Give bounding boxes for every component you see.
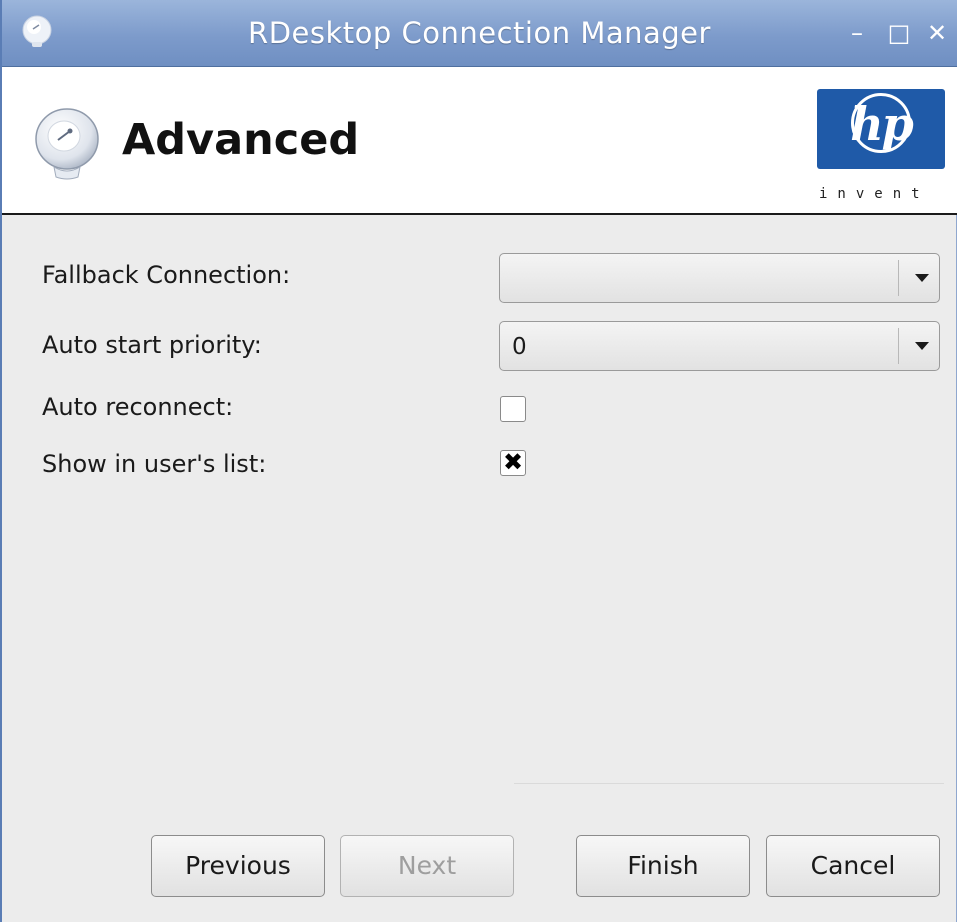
show-in-users-list-checkbox[interactable]: ✖: [500, 448, 526, 476]
auto-start-priority-value: 0: [512, 334, 527, 360]
maximize-button[interactable]: □: [886, 20, 912, 46]
wizard-header: Advanced hp invent: [2, 67, 957, 215]
auto-start-priority-dropdown[interactable]: 0: [499, 321, 940, 371]
hp-logo-mark: hp: [850, 97, 914, 151]
auto-start-priority-label: Auto start priority:: [42, 331, 262, 359]
hp-invent-logo: hp invent: [814, 86, 949, 206]
next-button[interactable]: Next: [340, 835, 514, 897]
dropdown-separator: [898, 260, 899, 296]
fallback-connection-dropdown[interactable]: [499, 253, 940, 303]
dropdown-separator: [898, 328, 899, 364]
checkmark-x-icon: ✖: [502, 448, 524, 476]
title-bar[interactable]: RDesktop Connection Manager – □ ✕: [2, 0, 957, 67]
page-title: Advanced: [122, 115, 360, 165]
button-area-separator: [514, 783, 944, 784]
dish-icon: [35, 108, 99, 180]
hp-logo-box: hp: [817, 89, 945, 169]
auto-reconnect-label: Auto reconnect:: [42, 393, 234, 421]
close-button[interactable]: ✕: [924, 20, 950, 46]
minimize-button[interactable]: –: [844, 20, 870, 46]
window-title: RDesktop Connection Manager: [248, 16, 711, 50]
rdesktop-connection-manager-window: RDesktop Connection Manager – □ ✕ Advanc…: [0, 0, 957, 922]
chevron-down-icon[interactable]: [915, 342, 929, 350]
cancel-button[interactable]: Cancel: [766, 835, 940, 897]
previous-button[interactable]: Previous: [151, 835, 325, 897]
finish-button[interactable]: Finish: [576, 835, 750, 897]
auto-reconnect-checkbox[interactable]: [500, 396, 526, 422]
chevron-down-icon[interactable]: [915, 274, 929, 282]
fallback-connection-label: Fallback Connection:: [42, 261, 291, 289]
show-in-users-list-label: Show in user's list:: [42, 450, 267, 478]
hp-logo-tagline: invent: [819, 186, 930, 202]
